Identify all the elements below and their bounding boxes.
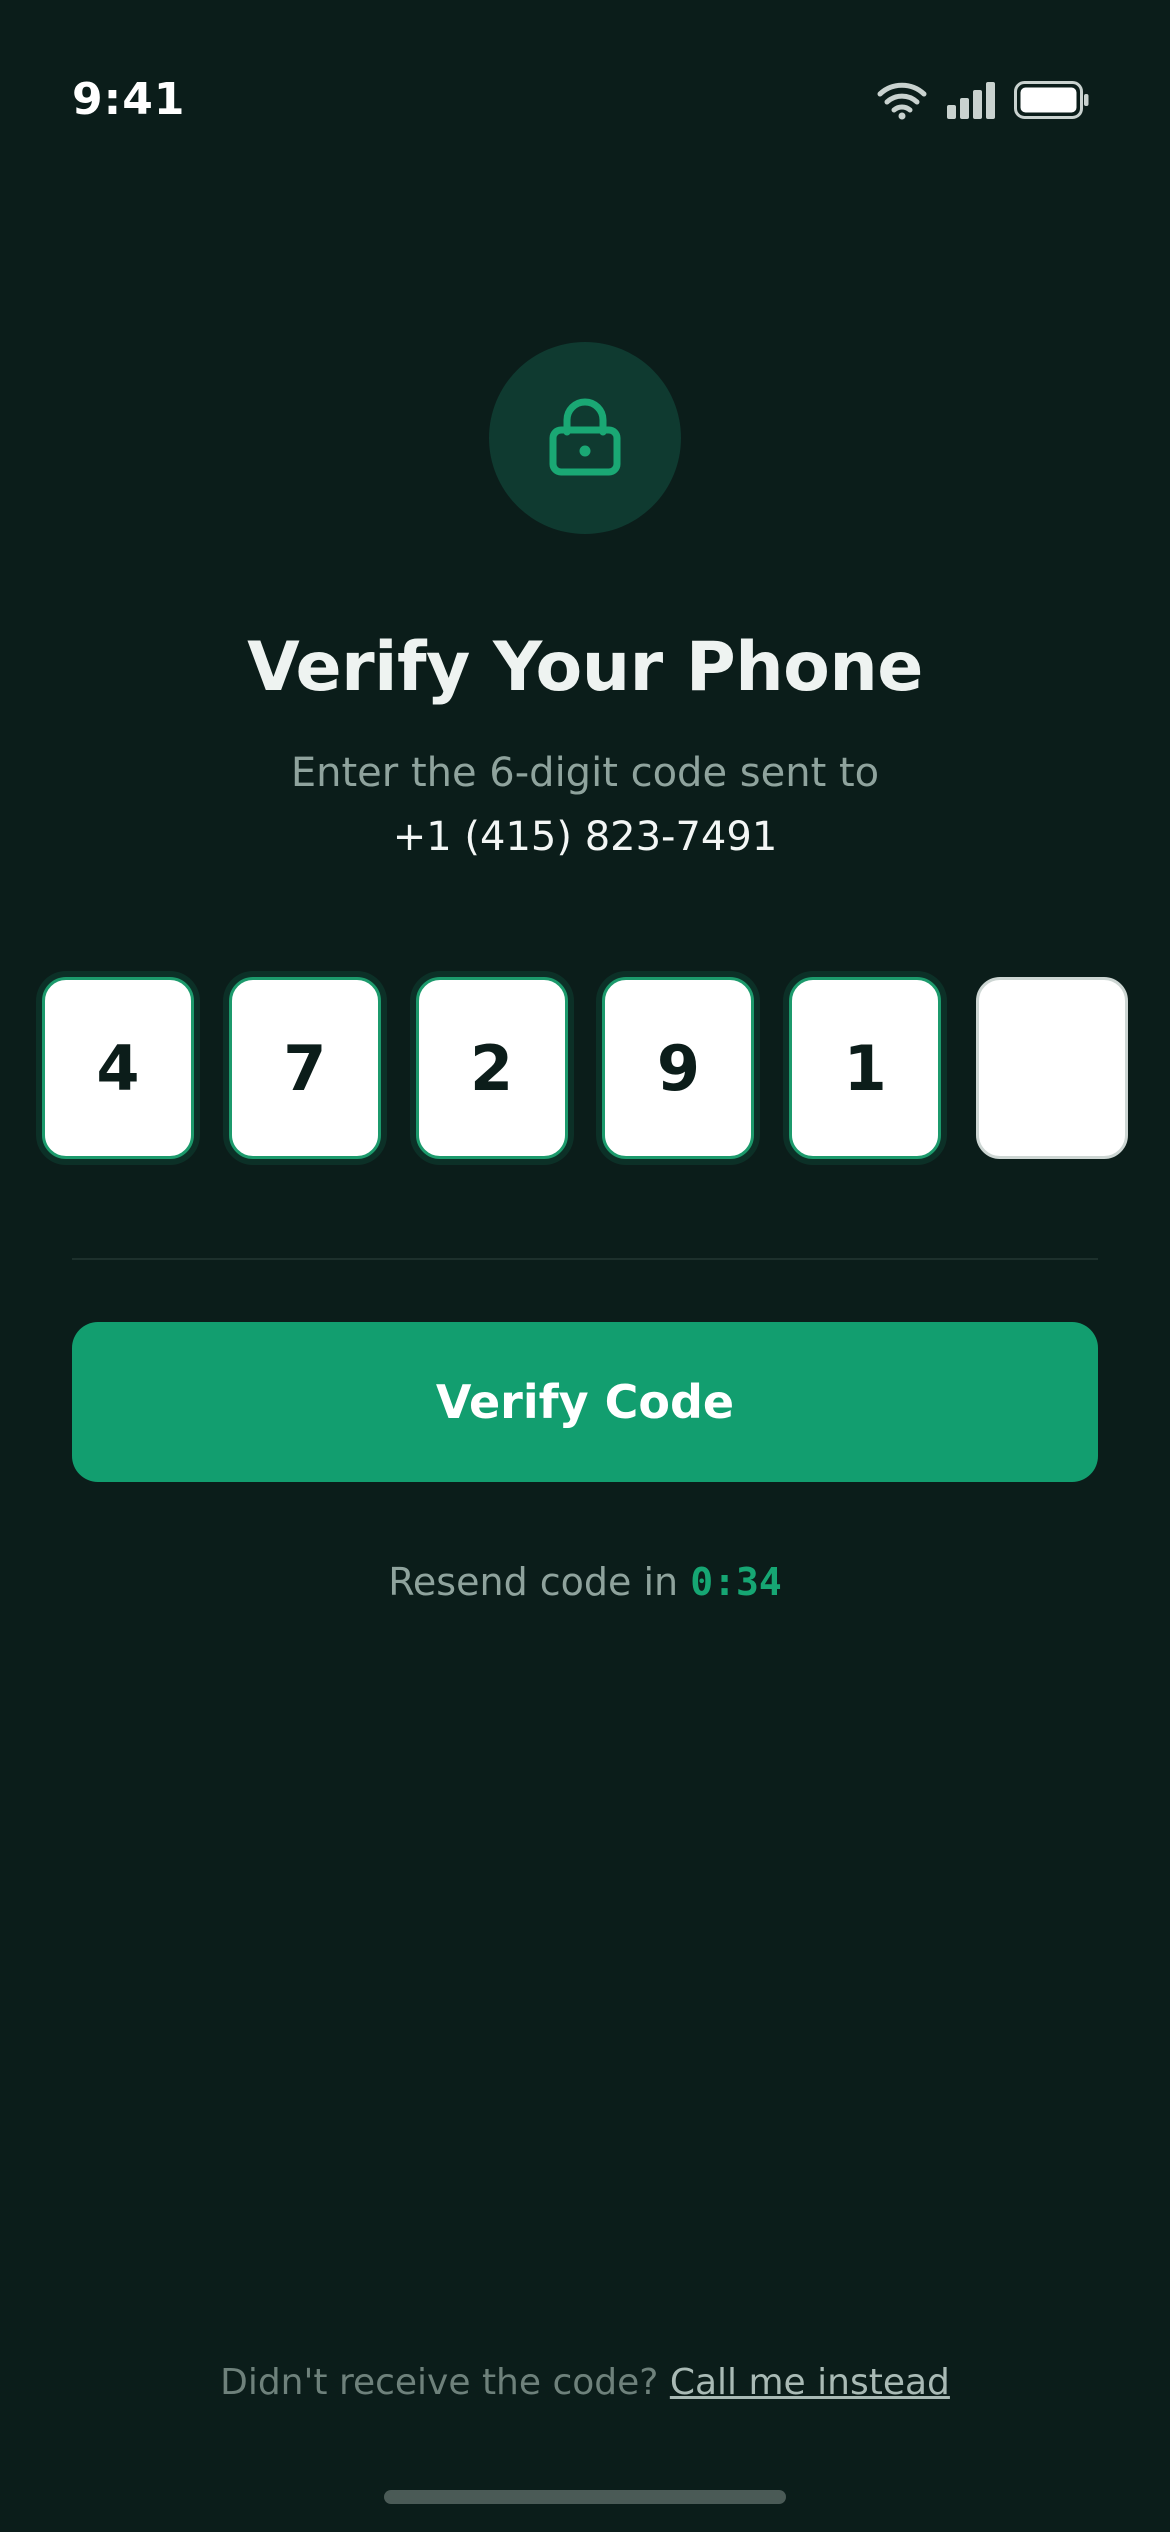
- footer-help: Didn't receive the code? Call me instead: [0, 2362, 1170, 2403]
- otp-digit-3[interactable]: 2: [415, 977, 568, 1159]
- wifi-icon: [876, 80, 928, 124]
- home-indicator: [384, 2490, 786, 2504]
- resend-countdown: 0:34: [690, 1560, 782, 1604]
- otp-digit-6[interactable]: [975, 977, 1128, 1159]
- divider: [72, 1258, 1098, 1260]
- otp-digit-4[interactable]: 9: [602, 977, 755, 1159]
- subtitle: Enter the 6-digit code sent to: [290, 750, 880, 796]
- status-time: 9:41: [72, 74, 186, 125]
- otp-digit-2[interactable]: 7: [228, 977, 381, 1159]
- resend-label: Resend code in: [388, 1560, 679, 1604]
- otp-digit-1[interactable]: 4: [42, 977, 194, 1159]
- status-icons: [876, 80, 1090, 124]
- verify-code-button[interactable]: Verify Code: [72, 1322, 1098, 1482]
- footer-question: Didn't receive the code?: [220, 2362, 659, 2403]
- lock-badge: [489, 342, 681, 534]
- otp-input-row: 4 7 2 9 1: [42, 977, 1128, 1163]
- phone-number: +1 (415) 823-7491: [392, 814, 778, 860]
- call-me-instead-link[interactable]: Call me instead: [670, 2362, 950, 2403]
- battery-icon: [1014, 81, 1090, 123]
- resend-row: Resend code in 0:34: [0, 1560, 1170, 1604]
- lock-icon: [547, 396, 623, 480]
- page-title: Verify Your Phone: [247, 628, 923, 707]
- otp-digit-5[interactable]: 1: [789, 977, 942, 1159]
- status-bar: 9:41: [0, 0, 1170, 150]
- cellular-signal-icon: [946, 81, 996, 123]
